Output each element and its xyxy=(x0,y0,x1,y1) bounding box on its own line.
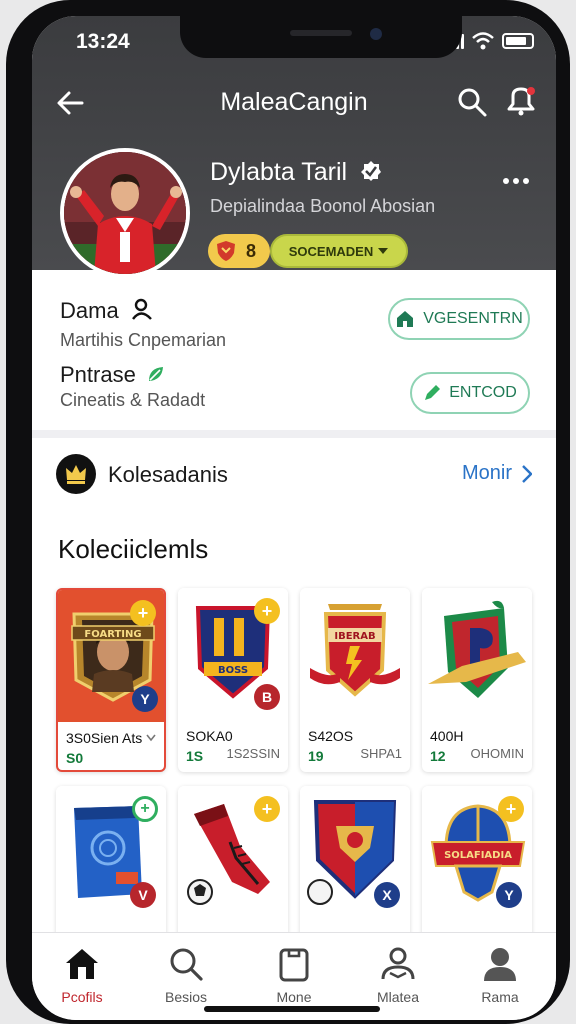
tab-label: Mlatea xyxy=(376,989,420,1005)
card-price: OHOMIN xyxy=(470,746,524,761)
row-dama-button-label: VGESENTRN xyxy=(423,310,523,327)
home-indicator xyxy=(204,1006,380,1012)
collection-card[interactable]: FOARTING + Y 3S0Sien Ats S0 xyxy=(56,588,166,772)
tab-mone[interactable]: Mone xyxy=(244,945,344,1005)
row-pntrase-label: Pntrase xyxy=(60,362,166,388)
card-art-label: FOARTING xyxy=(84,629,141,640)
bottom-tab-bar: Pcofils Besios Mone Mlatea Rama xyxy=(32,932,556,1020)
card-name: 400H xyxy=(430,728,464,744)
rank-badge[interactable]: 8 xyxy=(208,234,270,268)
share-notification-icon[interactable] xyxy=(504,84,538,118)
tab-label: Mone xyxy=(276,989,312,1005)
card-value: 12 xyxy=(430,748,446,764)
rarity-chip: Y xyxy=(132,686,158,712)
profile-name-text: Dylabta Taril xyxy=(210,158,348,186)
rarity-chip: Y xyxy=(496,882,522,908)
search-icon[interactable] xyxy=(456,86,488,118)
chevron-down-icon xyxy=(378,248,389,254)
wifi-icon xyxy=(472,32,494,50)
collection-card[interactable]: BOSS + B SOKA0 1S 1S2SSIN xyxy=(178,588,288,772)
verified-icon xyxy=(361,161,382,181)
pen-icon xyxy=(425,385,441,400)
row-pntrase-button[interactable]: ENTCOD xyxy=(410,372,530,414)
avatar[interactable] xyxy=(60,148,190,278)
rarity-chip: X xyxy=(374,882,400,908)
section-title: Koleciiclemls xyxy=(58,534,209,564)
avatar-image xyxy=(64,152,186,274)
crest-card-art: IBERAB xyxy=(300,588,410,720)
green-shield-card-art xyxy=(422,588,532,720)
tab-search[interactable]: Besios xyxy=(136,945,236,1005)
card-price: 1S2SSIN xyxy=(226,746,280,761)
tab-profile[interactable]: Pcofils xyxy=(32,945,132,1005)
tab-label: Pcofils xyxy=(61,989,103,1005)
card-value: S0 xyxy=(66,750,84,766)
screen: 13:24 MaleaCangin Dylabta Taril Depialin… xyxy=(32,16,556,1020)
rarity-chip: B xyxy=(254,684,280,710)
person-book-icon xyxy=(381,947,415,980)
user-icon xyxy=(484,948,516,981)
row-dama-label: Dama xyxy=(60,298,153,324)
phone-frame: 13:24 MaleaCangin Dylabta Taril Depialin… xyxy=(6,0,570,1024)
card-art-label: SOLAFIADIA xyxy=(444,850,512,861)
collection-logo xyxy=(56,454,96,494)
app-bar: MaleaCangin xyxy=(32,78,556,126)
status-time: 13:24 xyxy=(76,30,130,53)
card-name: S42OS xyxy=(308,728,354,744)
tab-label: Besios xyxy=(164,989,208,1005)
row-pntrase-sub: Cineatis & Radadt xyxy=(60,390,206,410)
collection-card[interactable]: 400H 12 OHOMIN xyxy=(422,588,532,772)
collection-header[interactable]: Kolesadanis Monir xyxy=(56,454,532,494)
more-options-icon[interactable] xyxy=(502,176,530,186)
rank-count: 8 xyxy=(246,240,257,261)
section-divider xyxy=(32,430,556,438)
chevron-right-icon xyxy=(522,464,532,483)
notch xyxy=(180,16,462,58)
tab-label: Rama xyxy=(481,989,519,1005)
row-pntrase-text: Pntrase xyxy=(60,362,136,387)
rarity-chip: V xyxy=(130,882,156,908)
shield-icon xyxy=(217,241,235,261)
card-icon xyxy=(279,948,309,982)
level-label: SOCEMADEN xyxy=(288,243,374,259)
collection-card[interactable]: IBERAB S42OS 19 SHPA1 xyxy=(300,588,410,772)
row-dama-sub: Martihis Cnpemarian xyxy=(60,330,227,350)
add-badge[interactable]: + xyxy=(254,598,280,624)
leaf-icon xyxy=(148,367,163,381)
home-outline-icon xyxy=(397,311,414,327)
card-value: 19 xyxy=(308,748,324,764)
row-pntrase-button-label: ENTCOD xyxy=(449,384,517,401)
home-icon xyxy=(66,949,98,979)
card-art-label: BOSS xyxy=(218,665,248,676)
profile-name: Dylabta Taril xyxy=(210,158,382,187)
speaker xyxy=(290,30,352,36)
crown-icon xyxy=(66,465,86,484)
collection-title: Kolesadanis xyxy=(108,462,228,487)
card-art-label: IBERAB xyxy=(334,631,375,642)
add-badge[interactable]: + xyxy=(498,796,524,822)
front-camera xyxy=(370,28,382,40)
level-dropdown[interactable]: SOCEMADEN xyxy=(270,234,408,268)
add-badge[interactable]: + xyxy=(130,600,156,626)
user-icon xyxy=(131,298,152,320)
add-badge[interactable]: + xyxy=(254,796,280,822)
add-badge[interactable]: + xyxy=(132,796,158,822)
chevron-down-icon[interactable] xyxy=(146,734,156,742)
search-icon xyxy=(170,948,203,981)
more-link[interactable]: Monir xyxy=(462,462,532,485)
card-price: SHPA1 xyxy=(360,746,402,761)
tab-rama[interactable]: Rama xyxy=(450,945,550,1005)
row-dama-text: Dama xyxy=(60,298,119,323)
more-link-label: Monir xyxy=(461,462,512,484)
card-value: 1S xyxy=(186,748,204,764)
battery-icon xyxy=(502,33,534,49)
card-name: 3S0Sien Ats xyxy=(66,730,143,746)
row-dama-button[interactable]: VGESENTRN xyxy=(388,298,530,340)
profile-subtitle: Depialindaa Boonol Abosian xyxy=(210,196,436,216)
card-name: SOKA0 xyxy=(186,728,233,744)
tab-mlatea[interactable]: Mlatea xyxy=(348,945,448,1005)
